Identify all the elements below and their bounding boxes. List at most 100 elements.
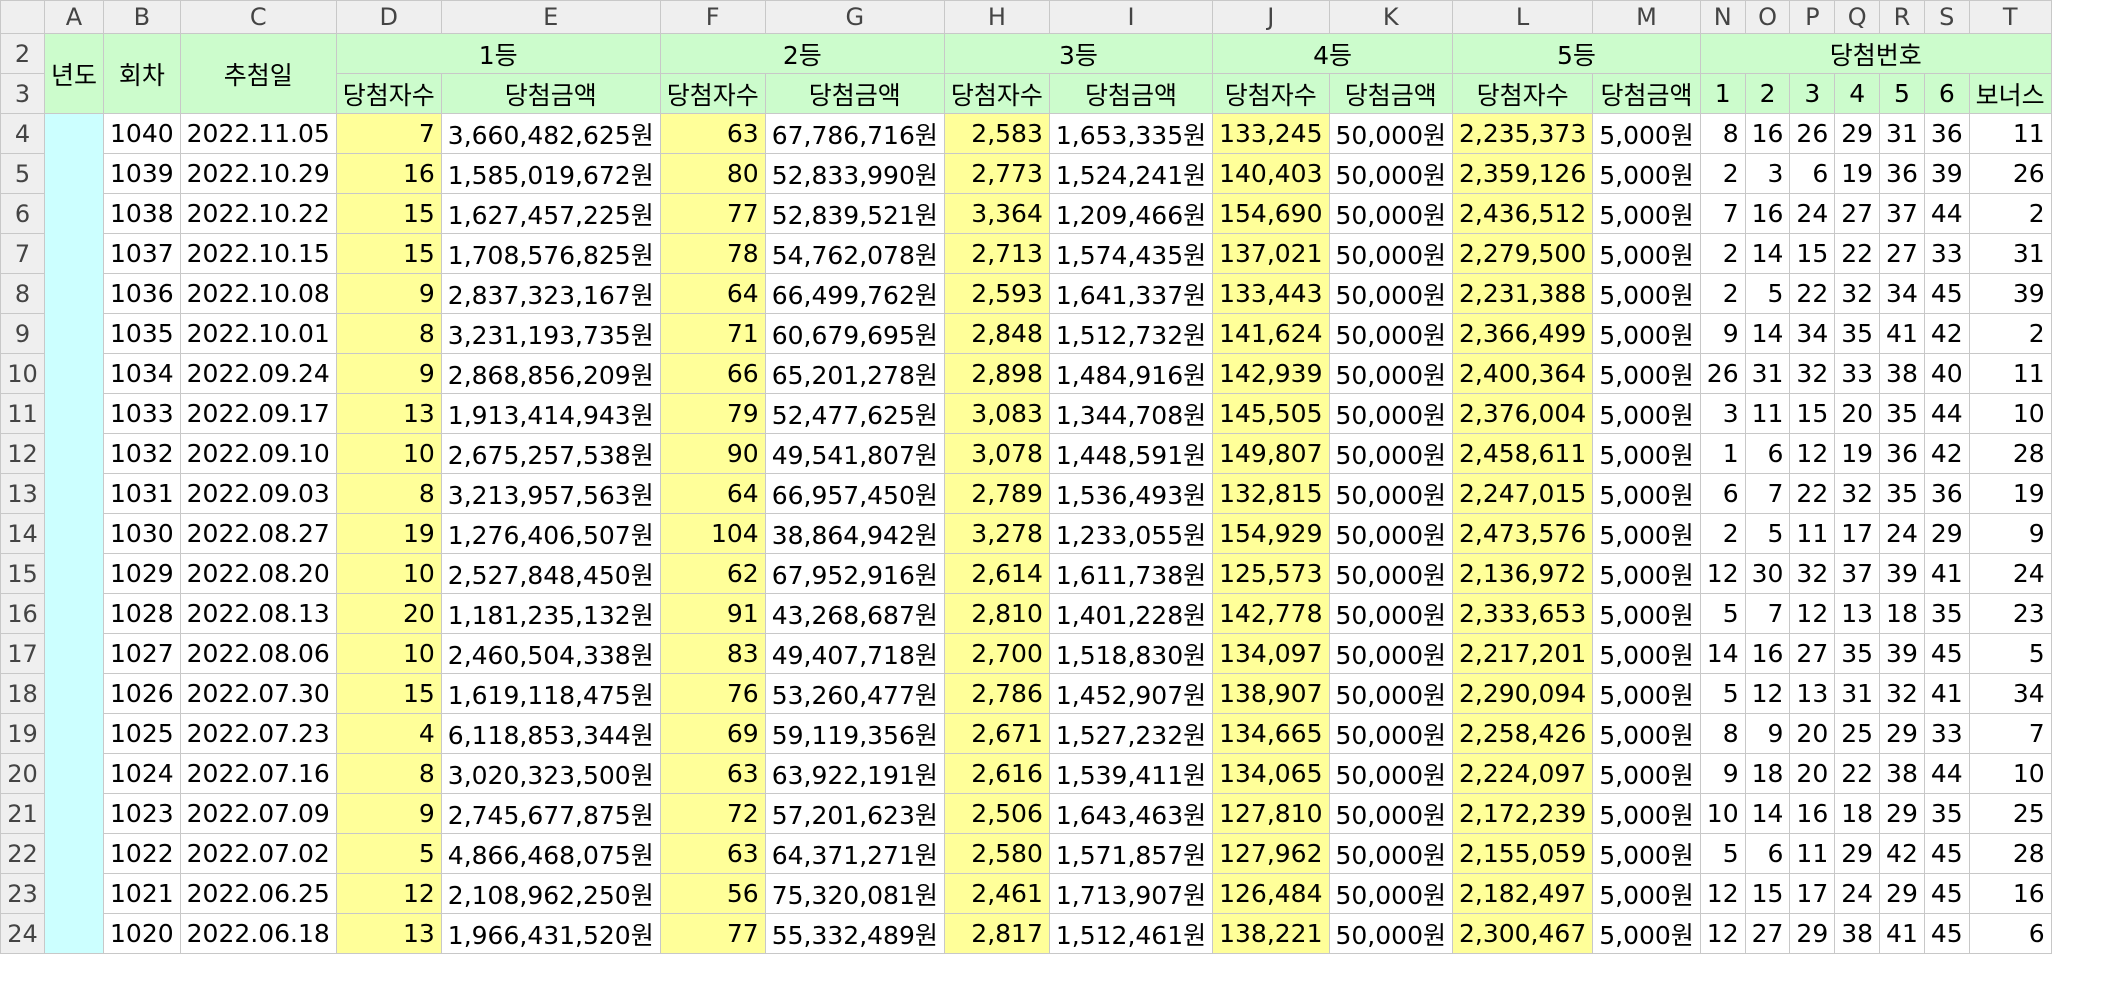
rank-4-winners-cell[interactable]: 132,815 bbox=[1212, 473, 1330, 514]
rank-4-amount-cell[interactable]: 50,000원 bbox=[1328, 513, 1453, 554]
round-cell[interactable]: 1031 bbox=[103, 473, 181, 514]
number-3-cell[interactable]: 22 bbox=[1789, 473, 1836, 514]
number-1-cell[interactable]: 3 bbox=[1699, 393, 1746, 434]
round-cell[interactable]: 1036 bbox=[103, 273, 181, 314]
number-5-cell[interactable]: 37 bbox=[1879, 193, 1925, 234]
row-header[interactable]: 4 bbox=[0, 113, 45, 154]
rank-5-amount-cell[interactable]: 5,000원 bbox=[1592, 313, 1701, 354]
winners-count-header[interactable]: 당첨자수 bbox=[1212, 73, 1330, 114]
number-3-cell[interactable]: 32 bbox=[1789, 553, 1836, 594]
number-6-cell[interactable]: 36 bbox=[1923, 113, 1970, 154]
draw-date-cell[interactable]: 2022.09.24 bbox=[179, 353, 337, 394]
rank-5-amount-cell[interactable]: 5,000원 bbox=[1592, 113, 1701, 154]
rank-5-winners-cell[interactable]: 2,172,239 bbox=[1451, 793, 1594, 834]
round-cell[interactable]: 1029 bbox=[103, 553, 181, 594]
column-header-g[interactable]: G bbox=[764, 0, 945, 34]
number-2-cell[interactable]: 30 bbox=[1744, 553, 1791, 594]
number-1-cell[interactable]: 2 bbox=[1699, 153, 1746, 194]
number-6-cell[interactable]: 45 bbox=[1923, 913, 1970, 954]
number-3-cell[interactable]: 6 bbox=[1789, 153, 1836, 194]
rank-1-amount-cell[interactable]: 2,868,856,209원 bbox=[440, 353, 661, 394]
number-2-cell[interactable]: 11 bbox=[1744, 393, 1791, 434]
column-header-a[interactable]: A bbox=[43, 0, 105, 34]
rank-3-amount-cell[interactable]: 1,527,232원 bbox=[1048, 713, 1214, 754]
rank-5-winners-cell[interactable]: 2,279,500 bbox=[1451, 233, 1594, 274]
rank-2-amount-cell[interactable]: 66,957,450원 bbox=[764, 473, 945, 514]
rank-4-amount-cell[interactable]: 50,000원 bbox=[1328, 713, 1453, 754]
bonus-number-cell[interactable]: 39 bbox=[1968, 273, 2052, 314]
rank-2-winners-cell[interactable]: 83 bbox=[659, 633, 766, 674]
rank-3-amount-cell[interactable]: 1,484,916원 bbox=[1048, 353, 1214, 394]
round-cell[interactable]: 1032 bbox=[103, 433, 181, 474]
rank-5-winners-cell[interactable]: 2,217,201 bbox=[1451, 633, 1594, 674]
draw-date-header[interactable]: 추첨일 bbox=[179, 33, 337, 114]
rank-4-amount-cell[interactable]: 50,000원 bbox=[1328, 433, 1453, 474]
round-header[interactable]: 회차 bbox=[103, 33, 181, 114]
rank-1-amount-cell[interactable]: 1,966,431,520원 bbox=[440, 913, 661, 954]
rank-3-winners-cell[interactable]: 3,278 bbox=[943, 513, 1050, 554]
bonus-number-cell[interactable]: 19 bbox=[1968, 473, 2052, 514]
rank-1-winners-cell[interactable]: 10 bbox=[335, 433, 442, 474]
rank-5-winners-cell[interactable]: 2,333,653 bbox=[1451, 593, 1594, 634]
number-4-cell[interactable]: 22 bbox=[1834, 233, 1881, 274]
draw-date-cell[interactable]: 2022.08.13 bbox=[179, 593, 337, 634]
column-header-m[interactable]: M bbox=[1592, 0, 1701, 34]
rank-5-amount-cell[interactable]: 5,000원 bbox=[1592, 393, 1701, 434]
rank-1-amount-cell[interactable]: 2,460,504,338원 bbox=[440, 633, 661, 674]
number-4-cell[interactable]: 31 bbox=[1834, 673, 1881, 714]
number-5-cell[interactable]: 31 bbox=[1879, 113, 1925, 154]
bonus-number-cell[interactable]: 11 bbox=[1968, 353, 2052, 394]
rank-5-amount-cell[interactable]: 5,000원 bbox=[1592, 633, 1701, 674]
number-5-cell[interactable]: 38 bbox=[1879, 353, 1925, 394]
number-4-cell[interactable]: 33 bbox=[1834, 353, 1881, 394]
number-6-cell[interactable]: 44 bbox=[1923, 753, 1970, 794]
rank-4-amount-cell[interactable]: 50,000원 bbox=[1328, 633, 1453, 674]
draw-date-cell[interactable]: 2022.07.09 bbox=[179, 793, 337, 834]
number-6-cell[interactable]: 44 bbox=[1923, 393, 1970, 434]
rank-2-winners-cell[interactable]: 56 bbox=[659, 873, 766, 914]
number-5-cell[interactable]: 36 bbox=[1879, 433, 1925, 474]
column-header-b[interactable]: B bbox=[103, 0, 181, 34]
number-1-cell[interactable]: 7 bbox=[1699, 193, 1746, 234]
number-1-cell[interactable]: 8 bbox=[1699, 713, 1746, 754]
row-header[interactable]: 7 bbox=[0, 233, 45, 274]
number-1-cell[interactable]: 2 bbox=[1699, 513, 1746, 554]
prize-amount-header[interactable]: 당첨금액 bbox=[440, 73, 661, 114]
number-6-cell[interactable]: 42 bbox=[1923, 433, 1970, 474]
row-header[interactable]: 24 bbox=[0, 913, 45, 954]
rank-2-amount-cell[interactable]: 67,786,716원 bbox=[764, 113, 945, 154]
rank-2-winners-cell[interactable]: 71 bbox=[659, 313, 766, 354]
rank-2-amount-cell[interactable]: 49,541,807원 bbox=[764, 433, 945, 474]
number-1-cell[interactable]: 10 bbox=[1699, 793, 1746, 834]
number-2-cell[interactable]: 6 bbox=[1744, 433, 1791, 474]
bonus-number-cell[interactable]: 25 bbox=[1968, 793, 2052, 834]
rank-3-amount-cell[interactable]: 1,512,732원 bbox=[1048, 313, 1214, 354]
rank-3-winners-cell[interactable]: 2,713 bbox=[943, 233, 1050, 274]
column-header-o[interactable]: O bbox=[1744, 0, 1791, 34]
rank-1-amount-cell[interactable]: 4,866,468,075원 bbox=[440, 833, 661, 874]
rank-3-amount-cell[interactable]: 1,401,228원 bbox=[1048, 593, 1214, 634]
rank-4-amount-cell[interactable]: 50,000원 bbox=[1328, 153, 1453, 194]
rank-4-amount-cell[interactable]: 50,000원 bbox=[1328, 913, 1453, 954]
rank-1-amount-cell[interactable]: 1,913,414,943원 bbox=[440, 393, 661, 434]
number-6-cell[interactable]: 41 bbox=[1923, 673, 1970, 714]
rank-3-amount-cell[interactable]: 1,574,435원 bbox=[1048, 233, 1214, 274]
bonus-number-cell[interactable]: 5 bbox=[1968, 633, 2052, 674]
rank-3-winners-cell[interactable]: 2,461 bbox=[943, 873, 1050, 914]
row-header[interactable]: 11 bbox=[0, 393, 45, 434]
round-cell[interactable]: 1021 bbox=[103, 873, 181, 914]
number-6-cell[interactable]: 35 bbox=[1923, 593, 1970, 634]
round-cell[interactable]: 1026 bbox=[103, 673, 181, 714]
number-2-cell[interactable]: 15 bbox=[1744, 873, 1791, 914]
row-header[interactable]: 19 bbox=[0, 713, 45, 754]
rank-1-amount-cell[interactable]: 2,527,848,450원 bbox=[440, 553, 661, 594]
number-3-cell[interactable]: 26 bbox=[1789, 113, 1836, 154]
number-4-cell[interactable]: 37 bbox=[1834, 553, 1881, 594]
rank-4-winners-cell[interactable]: 133,443 bbox=[1212, 273, 1330, 314]
number-4-cell[interactable]: 22 bbox=[1834, 753, 1881, 794]
rank-2-amount-cell[interactable]: 43,268,687원 bbox=[764, 593, 945, 634]
number-1-cell[interactable]: 2 bbox=[1699, 273, 1746, 314]
number-6-header[interactable]: 6 bbox=[1923, 73, 1970, 114]
rank-5-amount-cell[interactable]: 5,000원 bbox=[1592, 273, 1701, 314]
bonus-number-cell[interactable]: 28 bbox=[1968, 433, 2052, 474]
